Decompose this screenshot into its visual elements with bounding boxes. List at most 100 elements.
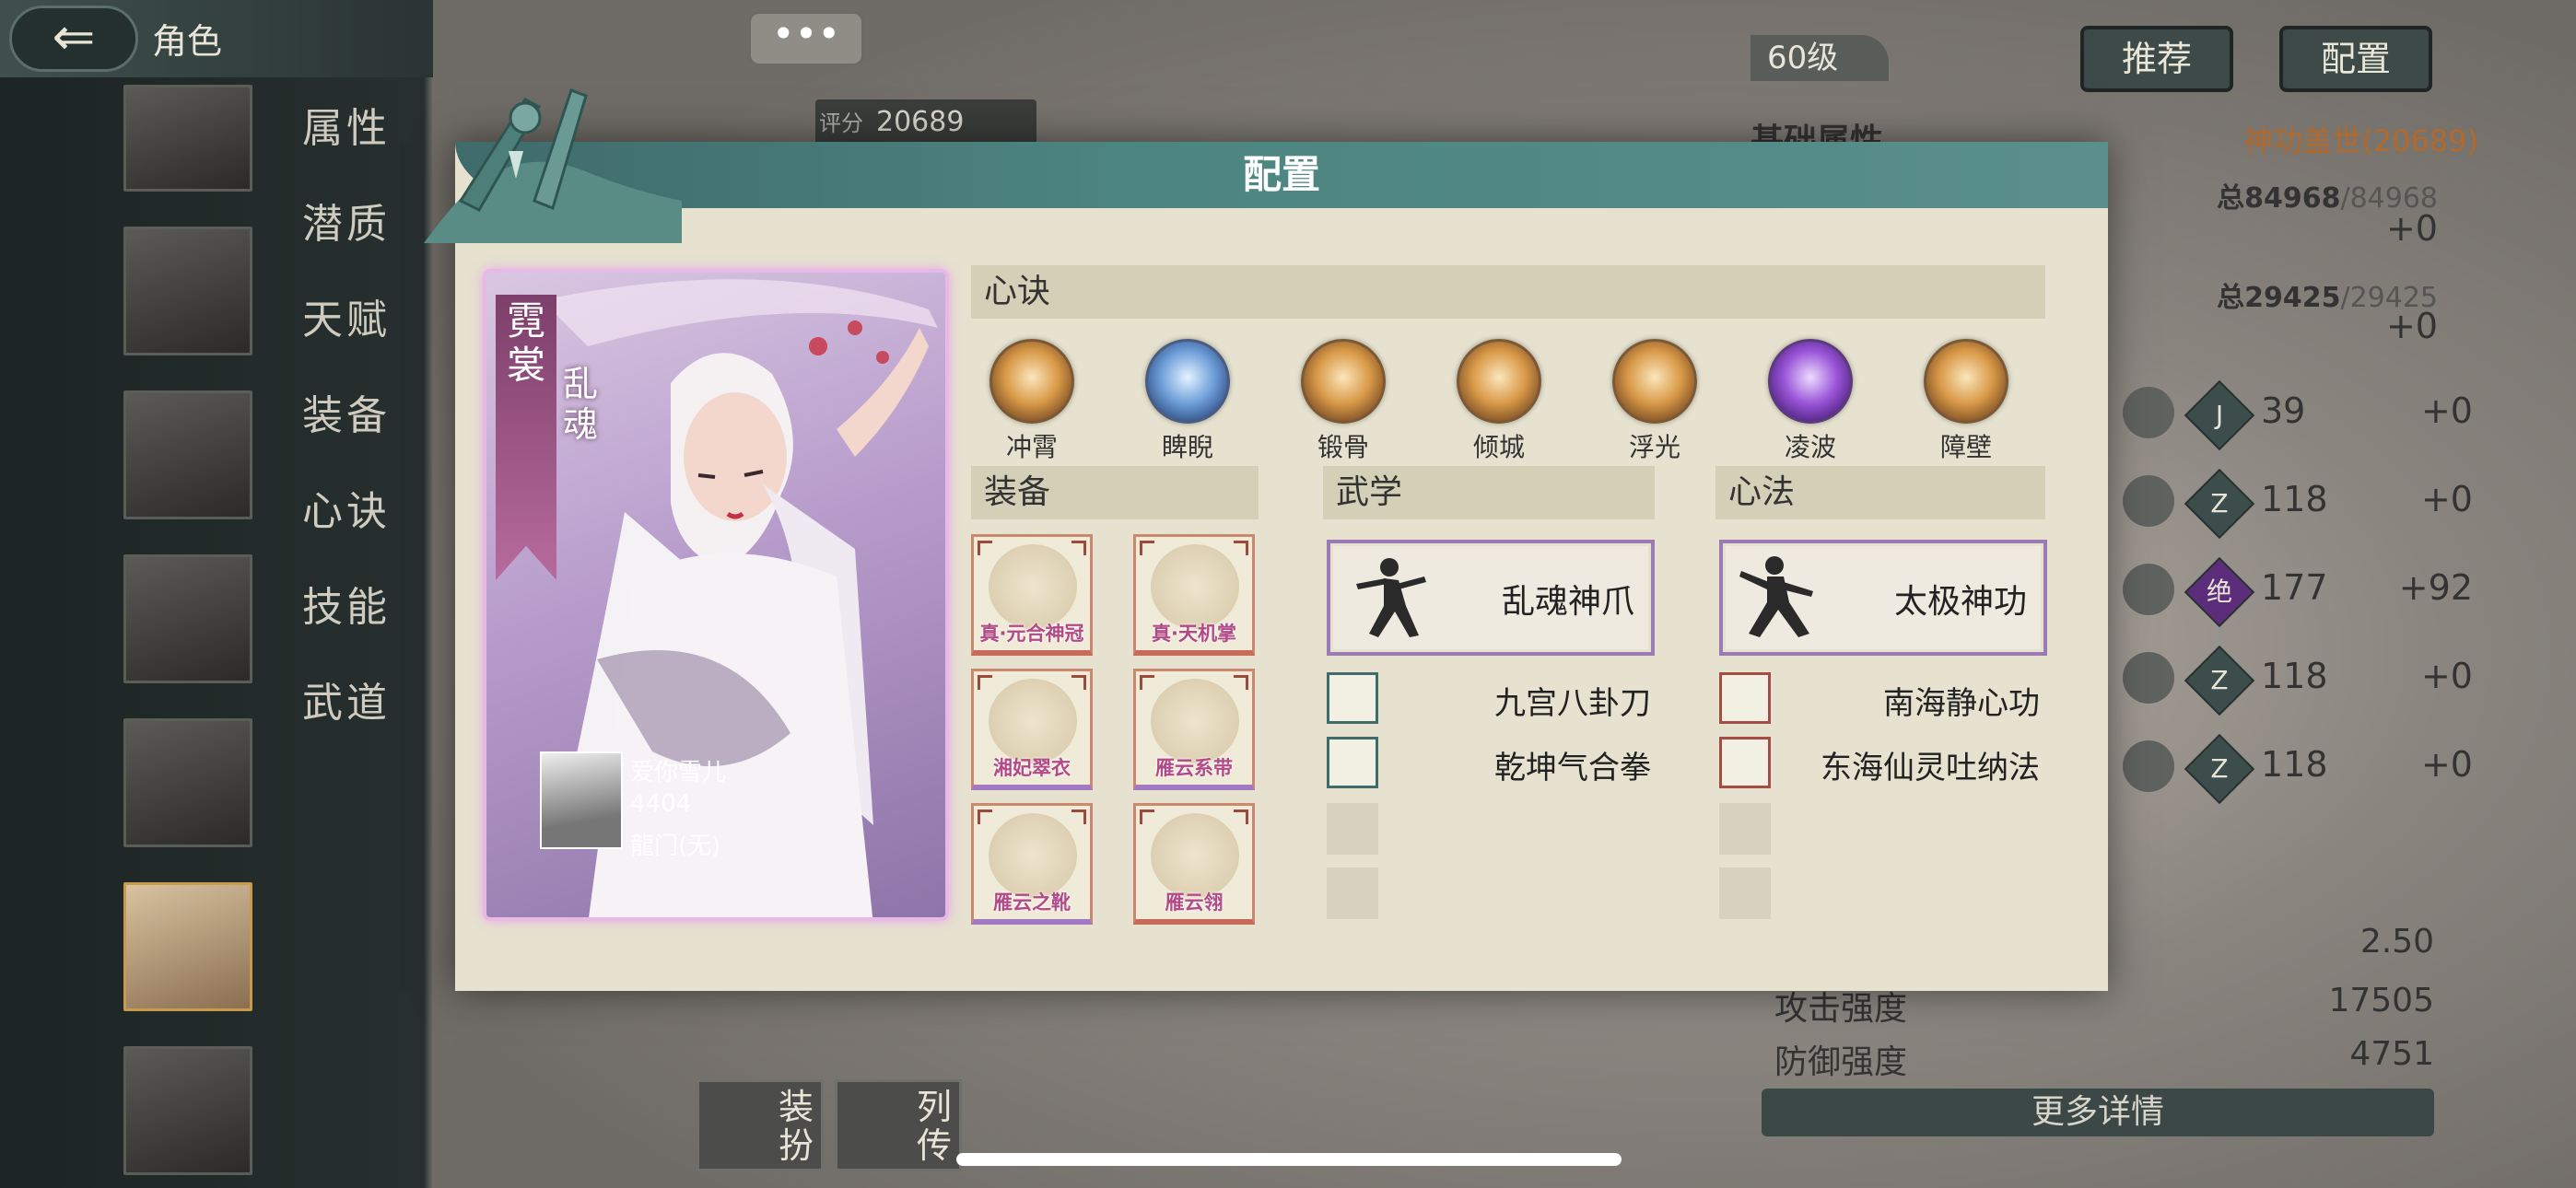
total-current: 29425	[2244, 282, 2341, 314]
more-details-button[interactable]: 更多详情	[1762, 1089, 2434, 1136]
feather-icon	[2123, 564, 2174, 615]
score-label: 评分	[819, 111, 863, 136]
gold-orb-icon	[1924, 339, 2008, 424]
boots-icon	[989, 813, 1077, 898]
back-button[interactable]: ⇐	[9, 6, 138, 72]
character-portrait[interactable]	[123, 554, 252, 683]
taichi-stance-icon	[1739, 556, 1813, 637]
costume-tab[interactable]: 装扮	[697, 1079, 824, 1171]
internal-sub-skill[interactable]: 东海仙灵吐纳法	[1719, 737, 2047, 790]
frame-corner	[1140, 675, 1154, 690]
recommend-button[interactable]: 推荐	[2080, 26, 2233, 92]
stat-row: J 39 +0	[2123, 379, 2473, 451]
purple-orb-icon	[1768, 339, 1853, 424]
nav-potential[interactable]: 潜质	[302, 197, 391, 293]
crown-icon	[989, 544, 1077, 629]
section-mind-arts: 心诀	[971, 265, 2045, 319]
power-title: 神功盖世(20689)	[2243, 123, 2478, 158]
config-button[interactable]: 配置	[2279, 26, 2432, 92]
modal-title: 配置	[1242, 152, 1320, 197]
stat-bonus: +0	[2420, 479, 2473, 519]
empty-martial-slot[interactable]	[1327, 803, 1378, 855]
stat-value: 177	[2261, 567, 2328, 608]
costume-tab-label: 装扮	[779, 1087, 814, 1166]
equipment-slot[interactable]: 雁云翎	[1133, 803, 1255, 925]
frame-corner	[1234, 541, 1248, 555]
equipment-slot[interactable]: 真·元合神冠	[971, 534, 1093, 656]
top-bar: ⇐ 角色	[0, 0, 433, 77]
empty-internal-slot[interactable]	[1719, 803, 1771, 855]
bottom-stat-row: 防御强度 4751	[1774, 1035, 2434, 1087]
score-value: 20689	[876, 106, 965, 138]
mind-skill[interactable]: 冲霄	[972, 339, 1092, 462]
frame-corner	[978, 541, 992, 555]
grade-badge: 绝	[2184, 556, 2255, 628]
character-portrait-list	[123, 77, 254, 1188]
nav-talent[interactable]: 天赋	[302, 293, 391, 389]
mind-skill[interactable]: 睥睨	[1128, 339, 1247, 462]
nav-equipment[interactable]: 装备	[302, 389, 391, 484]
character-portrait[interactable]	[123, 1046, 252, 1175]
buddha-skill-icon	[1719, 672, 1771, 724]
mind-skill[interactable]: 浮光	[1595, 339, 1715, 462]
mind-skill-name: 凌波	[1784, 432, 1836, 462]
main-martial-skill[interactable]: 乱魂神爪	[1327, 540, 1655, 656]
character-portrait[interactable]	[123, 390, 252, 519]
lotus-skill-icon	[1719, 737, 1771, 788]
hero-card[interactable]: 霓裳 乱魂 爱你雪儿 4404 龍门(无)	[483, 269, 949, 921]
mind-skill-name: 障壁	[1939, 432, 1992, 462]
bottom-stat-value: 17505	[2328, 982, 2434, 1019]
nav-martial-way[interactable]: 武道	[302, 676, 391, 772]
mind-skill[interactable]: 锻骨	[1283, 339, 1403, 462]
hero-name: 霓裳	[496, 295, 556, 580]
character-portrait-selected[interactable]	[123, 882, 252, 1011]
gauntlet-icon	[1151, 544, 1239, 629]
martial-sub-name: 九宫八卦刀	[1494, 685, 1651, 722]
biography-tab-label: 列传	[917, 1087, 953, 1166]
internal-sub-skill[interactable]: 南海静心功	[1719, 672, 2047, 726]
gold-orb-icon	[1457, 339, 1541, 424]
grade-badge: Z	[2184, 468, 2255, 540]
empty-internal-slot[interactable]	[1719, 868, 1771, 919]
character-portrait[interactable]	[123, 718, 252, 847]
total-label: 总	[2217, 282, 2245, 314]
mind-skill[interactable]: 障壁	[1906, 339, 2026, 462]
equipment-name: 真·天机掌	[1152, 623, 1236, 645]
martial-sub-skill[interactable]: 九宫八卦刀	[1327, 672, 1658, 726]
stat-bonus: +0	[2420, 390, 2473, 431]
biography-tab[interactable]: 列传	[835, 1079, 962, 1171]
frame-corner	[978, 675, 992, 690]
fist-skill-icon	[1327, 737, 1378, 788]
stat-row: 绝 177 +92	[2123, 556, 2473, 628]
character-portrait[interactable]	[123, 227, 252, 355]
owner-avatar	[540, 751, 623, 849]
home-indicator[interactable]	[956, 1153, 1622, 1166]
total-plus: +0	[2385, 306, 2438, 346]
mind-skill-name: 锻骨	[1317, 432, 1369, 462]
stat-value: 118	[2261, 744, 2328, 785]
total-label: 总	[2217, 182, 2245, 215]
frame-corner	[978, 809, 992, 824]
frame-corner	[1234, 809, 1248, 824]
main-internal-name: 太极神功	[1893, 583, 2027, 621]
nav-mind[interactable]: 心诀	[302, 484, 391, 580]
mind-skill[interactable]: 凌波	[1751, 339, 1870, 462]
equipment-slot[interactable]: 雁云之靴	[971, 803, 1093, 925]
equipment-slot[interactable]: 湘妃翠衣	[971, 669, 1093, 790]
equipment-slot[interactable]: 雁云系带	[1133, 669, 1255, 790]
grade-badge: Z	[2184, 645, 2255, 716]
main-internal-skill[interactable]: 太极神功	[1719, 540, 2047, 656]
nav-skills[interactable]: 技能	[302, 580, 391, 676]
empty-martial-slot[interactable]	[1327, 868, 1378, 919]
mind-skill[interactable]: 倾城	[1439, 339, 1559, 462]
martial-sub-skill[interactable]: 乾坤气合拳	[1327, 737, 1658, 790]
mind-skill-name: 浮光	[1628, 432, 1680, 462]
nav-attributes[interactable]: 属性	[302, 101, 391, 197]
cloud-icon	[2123, 652, 2174, 704]
character-portrait[interactable]	[123, 85, 252, 192]
frame-corner	[1140, 541, 1154, 555]
equipment-slot[interactable]: 真·天机掌	[1133, 534, 1255, 656]
chat-button[interactable]: •••	[748, 11, 864, 66]
config-modal: 配置 霓裳 乱魂 爱你雪儿 4404 龍门(无) 心诀 冲霄 睥睨 锻骨 倾城 …	[424, 88, 2108, 991]
owner-name: 爱你雪儿	[630, 759, 727, 786]
